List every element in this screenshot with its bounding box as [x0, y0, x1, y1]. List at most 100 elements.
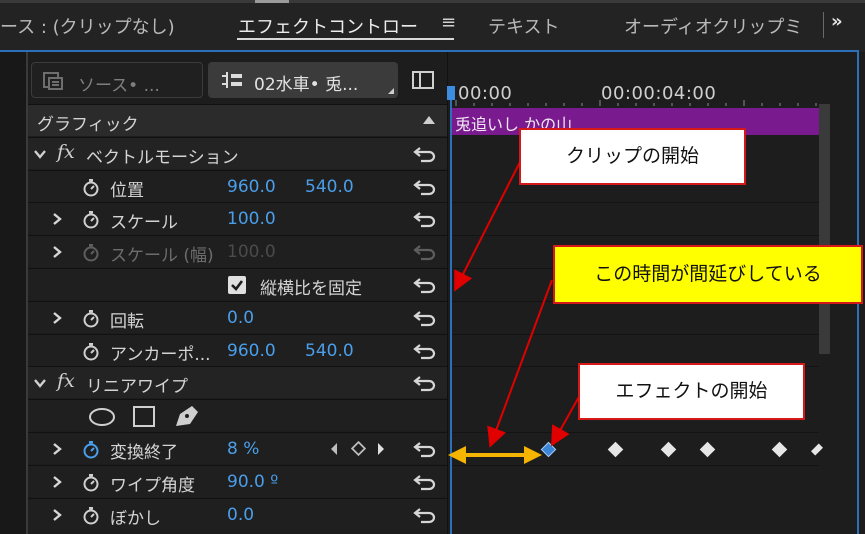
prop-anchor-point: アンカーポ... 960.0 540.0: [28, 334, 447, 366]
reset-icon[interactable]: [412, 276, 438, 294]
reset-icon[interactable]: [412, 440, 438, 458]
callout-gap: この時間が間延びしている: [553, 245, 863, 304]
tab-source[interactable]: ース : (クリップなし): [0, 13, 175, 39]
vertical-scrollbar[interactable]: [819, 104, 830, 354]
stopwatch-icon[interactable]: [82, 506, 100, 525]
fx-icon[interactable]: fx: [57, 141, 75, 163]
reset-icon[interactable]: [412, 178, 438, 196]
chevron-right-icon[interactable]: [50, 311, 64, 325]
callout-effect-start: エフェクトの開始: [578, 363, 805, 420]
section-title: グラフィック: [37, 115, 139, 135]
fx-linear-wipe[interactable]: fx リニアワイプ: [28, 366, 447, 398]
callout-clip-start: クリップの開始: [519, 128, 746, 185]
tab-effect-controls[interactable]: エフェクトコントロー: [238, 13, 418, 39]
prop-rotation: 回転 0.0: [28, 301, 447, 333]
collapse-up-icon[interactable]: [423, 116, 435, 124]
keyframe-navigator: [331, 441, 384, 457]
property-label: スケール (幅): [110, 246, 214, 266]
chevron-right-icon[interactable]: [50, 475, 64, 489]
chevron-down-icon[interactable]: [33, 377, 47, 389]
fx-vector-motion[interactable]: fx ベクトルモーション: [28, 137, 447, 169]
stopwatch-icon[interactable]: [82, 342, 100, 361]
timeline-row-divider: [451, 334, 819, 335]
property-label: 変換終了: [110, 443, 178, 463]
prop-scale-width: スケール (幅) 100.0: [28, 235, 447, 267]
wipe-angle-value[interactable]: 90.0 º: [227, 472, 278, 492]
stopwatch-icon[interactable]: [82, 210, 100, 229]
rectangle-mask-icon[interactable]: [133, 406, 155, 427]
anchor-x-value[interactable]: 960.0: [227, 341, 276, 361]
timeline-row-divider: [451, 202, 819, 203]
scale-value[interactable]: 100.0: [227, 209, 276, 229]
chevron-right-icon[interactable]: [50, 442, 64, 456]
reset-icon[interactable]: [412, 506, 438, 524]
property-label: 回転: [110, 312, 144, 332]
chevron-right-icon[interactable]: [50, 212, 64, 226]
pen-mask-icon[interactable]: [176, 406, 198, 426]
show-timeline-toggle-icon[interactable]: [411, 70, 435, 90]
next-keyframe-icon[interactable]: [378, 443, 384, 455]
property-label: ぼかし: [110, 509, 161, 529]
stopwatch-icon[interactable]: [82, 178, 100, 197]
mask-tools: [89, 406, 198, 427]
stopwatch-icon[interactable]: [82, 473, 100, 492]
left-gutter: [0, 52, 26, 534]
prop-transition-completion: 変換終了 8 %: [28, 432, 447, 464]
tab-separator: [823, 12, 824, 38]
time-ruler-ticks[interactable]: [448, 98, 818, 106]
source-label: ソース• ...: [78, 76, 160, 96]
rotation-value[interactable]: 0.0: [227, 308, 254, 328]
add-keyframe-icon[interactable]: [350, 441, 367, 457]
position-y-value[interactable]: 540.0: [305, 177, 354, 197]
anchor-y-value[interactable]: 540.0: [305, 341, 354, 361]
source-selector[interactable]: ソース• ...: [31, 62, 203, 98]
stopwatch-active-icon[interactable]: [82, 440, 100, 459]
effect-name: ベクトルモーション: [86, 148, 239, 168]
stopwatch-icon: [83, 244, 99, 262]
timeline-row-divider: [451, 235, 819, 236]
tab-audio-clip-mixer[interactable]: オーディオクリップミ: [624, 13, 802, 39]
checkmark-icon: [231, 280, 244, 291]
ellipse-mask-icon[interactable]: [89, 408, 115, 426]
reset-icon[interactable]: [412, 309, 438, 327]
property-label: 位置: [110, 181, 144, 201]
property-label: アンカーポ...: [110, 345, 211, 365]
playhead-line[interactable]: [450, 90, 452, 534]
reset-icon[interactable]: [412, 342, 438, 360]
reset-icon[interactable]: [412, 145, 438, 163]
effect-name: リニアワイプ: [86, 377, 188, 397]
uniform-scale-label: 縦横比を固定: [260, 279, 362, 299]
position-x-value[interactable]: 960.0: [227, 177, 276, 197]
timeline-row-divider: [451, 465, 819, 466]
graphic-section-header[interactable]: グラフィック: [28, 104, 447, 136]
playhead-handle[interactable]: [447, 86, 455, 100]
tab-menu-icon[interactable]: ≡: [441, 12, 456, 33]
chevron-right-icon[interactable]: [50, 245, 64, 259]
reset-icon[interactable]: [412, 473, 438, 491]
transition-completion-value[interactable]: 8 %: [227, 439, 259, 459]
mask-tools-row: [28, 399, 447, 431]
prop-position: 位置 960.0 540.0: [28, 170, 447, 202]
uniform-scale-checkbox[interactable]: [228, 276, 246, 294]
previous-keyframe-icon[interactable]: [331, 443, 337, 455]
clip-label: 02水車• 兎...: [254, 75, 359, 95]
feather-value[interactable]: 0.0: [227, 505, 254, 525]
reset-icon[interactable]: [412, 210, 438, 228]
stopwatch-icon[interactable]: [82, 309, 100, 328]
prop-feather: ぼかし 0.0: [28, 498, 447, 530]
scale-width-value: 100.0: [227, 242, 276, 262]
clip-selector[interactable]: 02水車• 兎...: [208, 62, 398, 98]
active-tab-underline: [237, 38, 454, 40]
top-stripe: [0, 0, 865, 3]
more-tabs-icon[interactable]: »: [831, 11, 843, 32]
chevron-down-icon[interactable]: [33, 148, 47, 160]
dropdown-corner-icon: [388, 88, 394, 94]
fx-icon[interactable]: fx: [57, 370, 75, 392]
chevron-right-icon[interactable]: [50, 508, 64, 522]
reset-icon[interactable]: [412, 374, 438, 392]
property-label: ワイプ角度: [110, 476, 195, 496]
reset-icon: [413, 245, 436, 261]
tab-text[interactable]: テキスト: [488, 13, 559, 39]
prop-wipe-angle: ワイプ角度 90.0 º: [28, 465, 447, 497]
source-clip-icon: [43, 72, 63, 90]
